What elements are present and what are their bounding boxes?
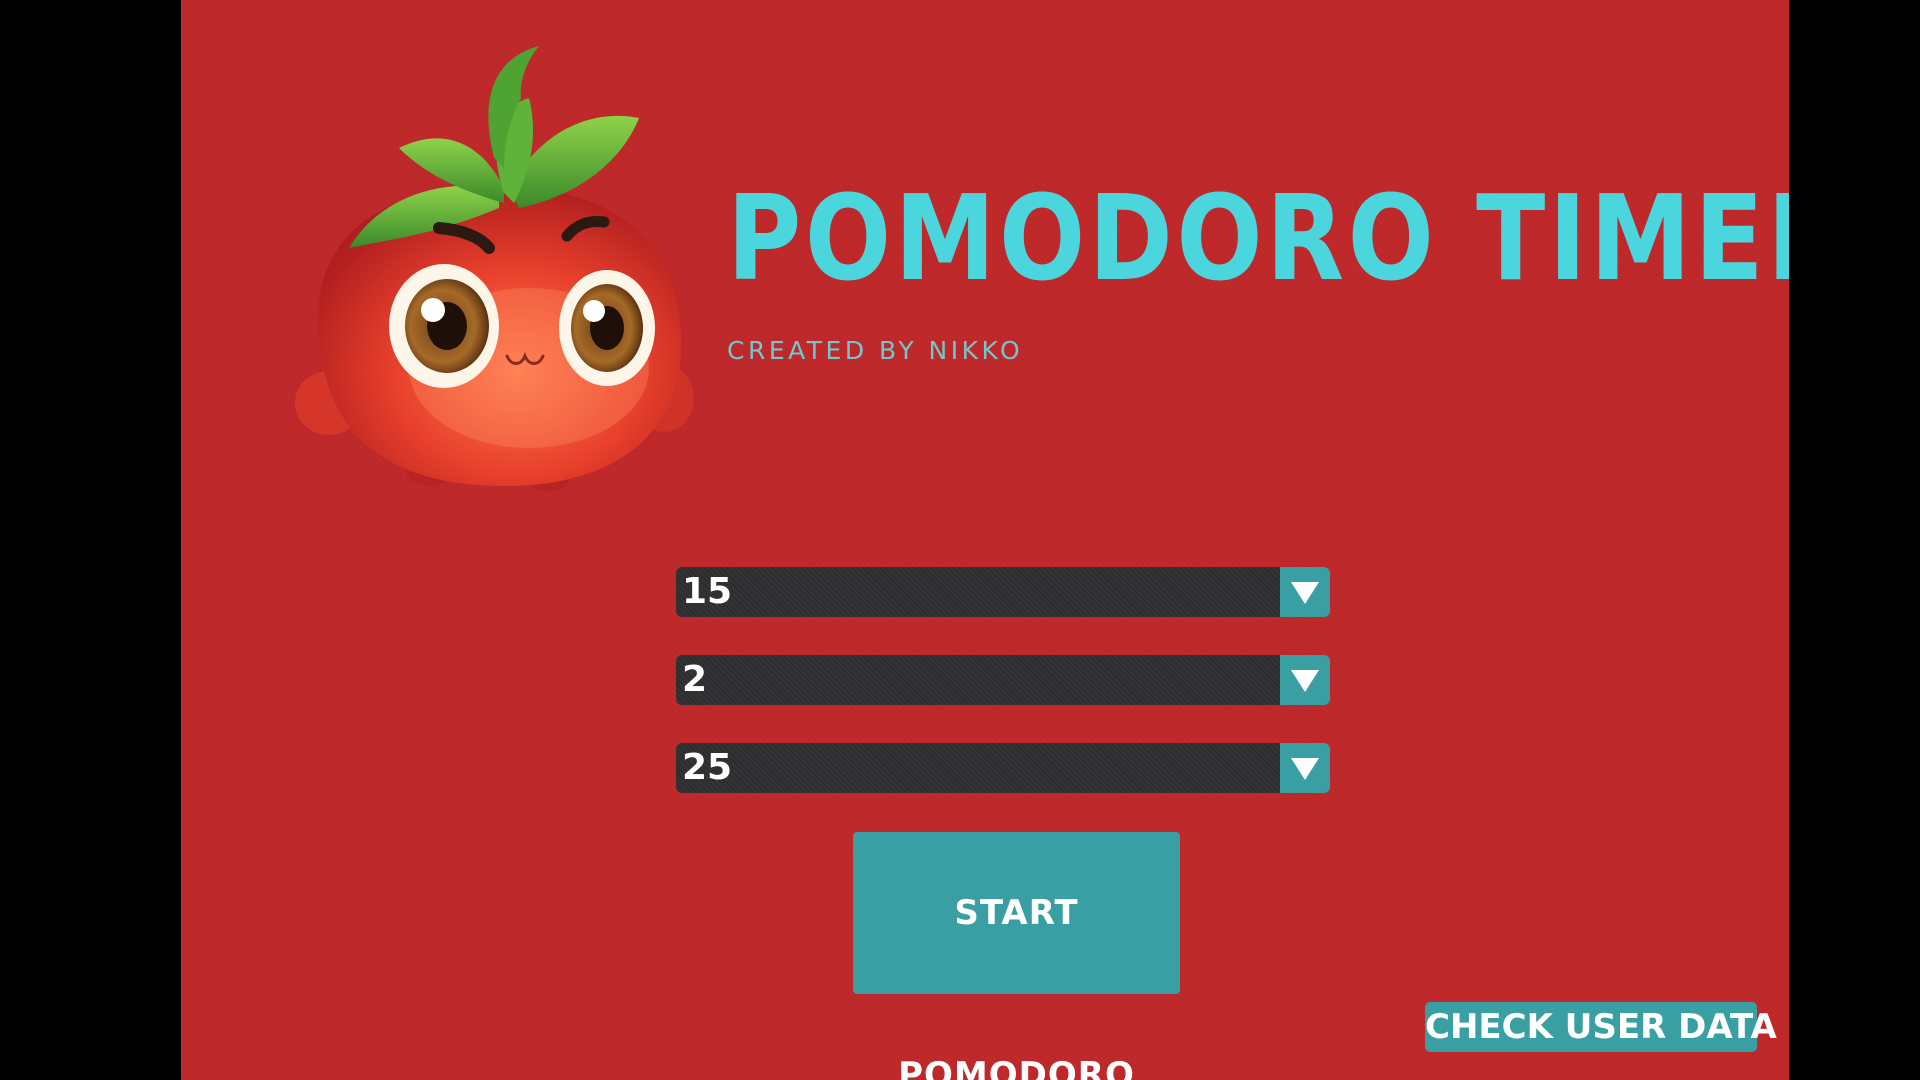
select-value: 15 xyxy=(682,571,733,612)
tomato-mascot-icon xyxy=(295,46,694,492)
chevron-down-icon[interactable] xyxy=(1280,567,1330,617)
select-value: 2 xyxy=(682,659,708,700)
chevron-down-icon[interactable] xyxy=(1280,743,1330,793)
start-pomodoro-button[interactable]: START POMODORO xyxy=(853,832,1180,1080)
letterbox-left xyxy=(0,0,181,1080)
app-subtitle: CREATED BY NIKKO xyxy=(727,336,1024,365)
select-value: 25 xyxy=(682,747,733,788)
duration-select-1[interactable]: 15 xyxy=(676,567,1330,617)
app-title: POMODORO TIMER xyxy=(727,169,1789,307)
pomodoro-app-window: POMODORO TIMER CREATED BY NIKKO 15 2 25 … xyxy=(181,0,1789,1080)
check-user-data-button[interactable]: CHECK USER DATA xyxy=(1425,1002,1777,1052)
letterbox-right xyxy=(1789,0,1920,1080)
duration-select-3[interactable]: 25 xyxy=(676,743,1330,793)
chevron-down-icon[interactable] xyxy=(1280,655,1330,705)
duration-select-2[interactable]: 2 xyxy=(676,655,1330,705)
